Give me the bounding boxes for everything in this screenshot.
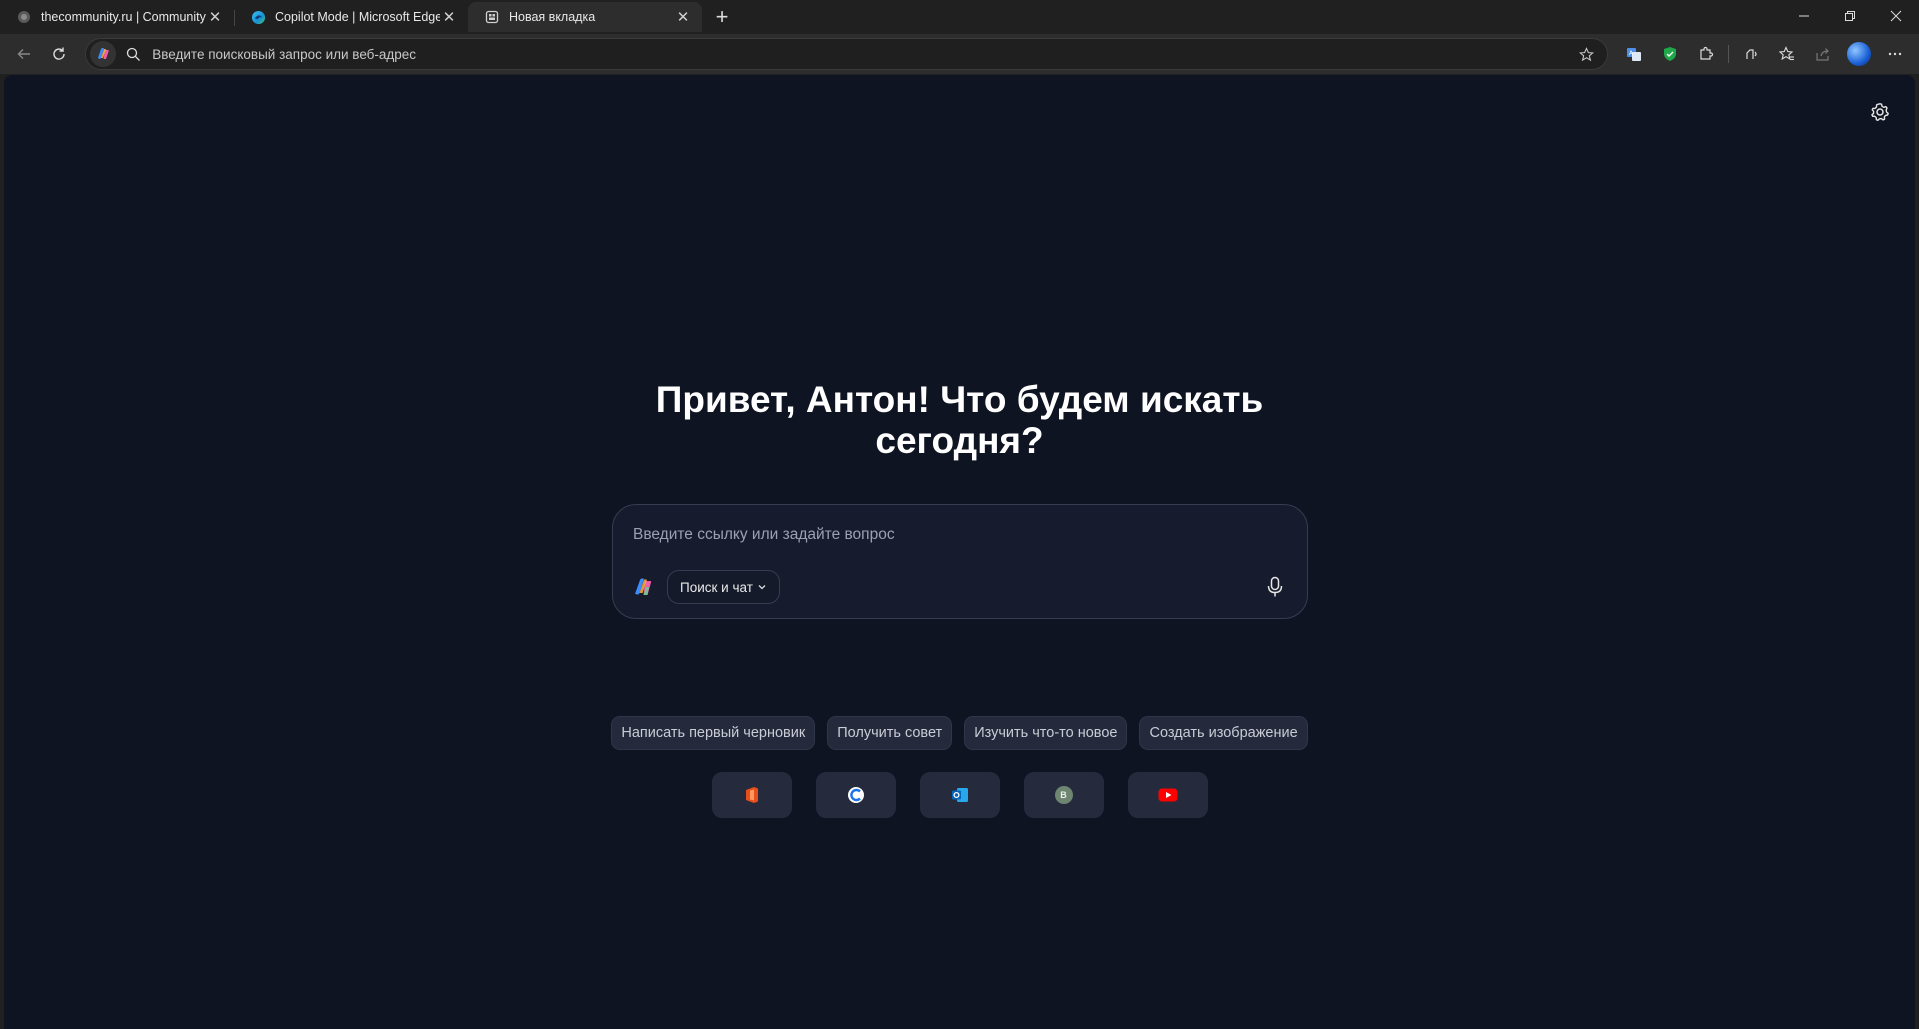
avatar bbox=[1847, 42, 1871, 66]
edge-icon bbox=[250, 9, 266, 25]
microphone-icon bbox=[1267, 576, 1283, 597]
toolbar-separator bbox=[1728, 45, 1729, 63]
back-button[interactable] bbox=[6, 38, 42, 70]
address-input[interactable] bbox=[152, 46, 1573, 62]
suggestion-chips: Написать первый черновик Получить совет … bbox=[4, 716, 1915, 750]
tab-copilot-mode[interactable]: Copilot Mode | Microsoft Edge ✕ bbox=[234, 2, 468, 32]
read-aloud-icon bbox=[1746, 49, 1757, 59]
shield-icon bbox=[1664, 47, 1676, 61]
more-menu-button[interactable] bbox=[1877, 38, 1913, 70]
greeting-heading: Привет, Антон! Что будем искать сегодня? bbox=[4, 379, 1915, 461]
ellipsis-icon bbox=[1888, 52, 1902, 56]
tab-new-tab[interactable]: Новая вкладка ✕ bbox=[468, 2, 702, 32]
quick-link-c-site[interactable] bbox=[815, 772, 896, 818]
ask-input[interactable] bbox=[633, 523, 1273, 547]
puzzle-icon bbox=[1700, 46, 1714, 60]
new-tab-page: Привет, Антон! Что будем искать сегодня?… bbox=[4, 75, 1915, 1029]
new-tab-button[interactable]: + bbox=[706, 2, 738, 32]
chevron-down-icon bbox=[757, 582, 767, 592]
favorites-button[interactable] bbox=[1769, 38, 1805, 70]
quick-links: В bbox=[4, 772, 1915, 818]
restore-button[interactable] bbox=[1827, 0, 1873, 32]
tab-title: Copilot Mode | Microsoft Edge bbox=[275, 10, 440, 24]
browser-toolbar: A bbox=[0, 34, 1919, 74]
office-icon bbox=[745, 787, 758, 803]
greeting-line-2: сегодня? bbox=[875, 420, 1044, 461]
copilot-icon[interactable] bbox=[90, 41, 117, 67]
letter-b-label: В bbox=[1060, 790, 1067, 800]
mode-label: Поиск и чат bbox=[680, 579, 753, 595]
toolbar-actions: A bbox=[1616, 38, 1913, 70]
refresh-icon bbox=[53, 47, 66, 60]
microphone-button[interactable] bbox=[1261, 573, 1289, 601]
suggestion-get-advice[interactable]: Получить совет bbox=[827, 716, 953, 750]
shield-extension-button[interactable] bbox=[1652, 38, 1688, 70]
close-icon bbox=[1890, 10, 1902, 22]
minimize-button[interactable] bbox=[1781, 0, 1827, 32]
quick-link-outlook[interactable] bbox=[919, 772, 1000, 818]
letter-b-icon: В bbox=[1054, 786, 1073, 804]
suggestion-learn-new[interactable]: Изучить что-то новое bbox=[964, 716, 1128, 750]
close-tab-icon[interactable]: ✕ bbox=[440, 8, 458, 26]
favorites-icon bbox=[1779, 46, 1794, 61]
outlook-icon bbox=[951, 788, 968, 802]
window-controls bbox=[1781, 0, 1919, 32]
translate-button[interactable]: A bbox=[1616, 38, 1652, 70]
globe-icon bbox=[16, 9, 32, 25]
read-aloud-button[interactable] bbox=[1733, 38, 1769, 70]
profile-button[interactable] bbox=[1841, 38, 1877, 70]
youtube-icon bbox=[1158, 788, 1177, 802]
address-bar[interactable] bbox=[85, 38, 1608, 70]
favorite-star-icon[interactable] bbox=[1573, 41, 1599, 67]
close-tab-icon[interactable]: ✕ bbox=[674, 8, 692, 26]
share-button[interactable] bbox=[1805, 38, 1841, 70]
gear-icon bbox=[1871, 103, 1889, 121]
mode-dropdown[interactable]: Поиск и чат bbox=[667, 570, 780, 604]
search-icon bbox=[120, 41, 146, 67]
suggestion-write-draft[interactable]: Написать первый черновик bbox=[611, 716, 816, 750]
quick-link-office[interactable] bbox=[711, 772, 792, 818]
arrow-left-icon bbox=[17, 49, 30, 59]
extensions-button[interactable] bbox=[1688, 38, 1724, 70]
copilot-ask-box: Поиск и чат bbox=[612, 504, 1308, 619]
refresh-button[interactable] bbox=[42, 38, 78, 70]
page-settings-button[interactable] bbox=[1865, 97, 1895, 127]
minimize-icon bbox=[1799, 15, 1809, 17]
tab-thecommunity[interactable]: thecommunity.ru | Community ✕ bbox=[0, 2, 234, 32]
copilot-logo-icon bbox=[631, 575, 655, 599]
newtab-page-icon bbox=[484, 9, 500, 25]
translate-icon: A bbox=[1627, 48, 1641, 61]
restore-icon bbox=[1845, 11, 1855, 21]
plus-icon: + bbox=[715, 4, 729, 29]
close-tab-icon[interactable]: ✕ bbox=[206, 8, 224, 26]
greeting-line-1: Привет, Антон! Что будем искать bbox=[655, 379, 1264, 420]
quick-link-b[interactable]: В bbox=[1023, 772, 1104, 818]
quick-link-youtube[interactable] bbox=[1127, 772, 1208, 818]
share-icon bbox=[1816, 48, 1829, 61]
tab-title: thecommunity.ru | Community bbox=[41, 10, 206, 24]
tab-strip: thecommunity.ru | Community ✕ Copilot Mo… bbox=[0, 0, 1919, 34]
c-logo-icon bbox=[847, 787, 864, 803]
close-window-button[interactable] bbox=[1873, 0, 1919, 32]
tab-title: Новая вкладка bbox=[509, 10, 596, 24]
suggestion-create-image[interactable]: Создать изображение bbox=[1139, 716, 1308, 750]
